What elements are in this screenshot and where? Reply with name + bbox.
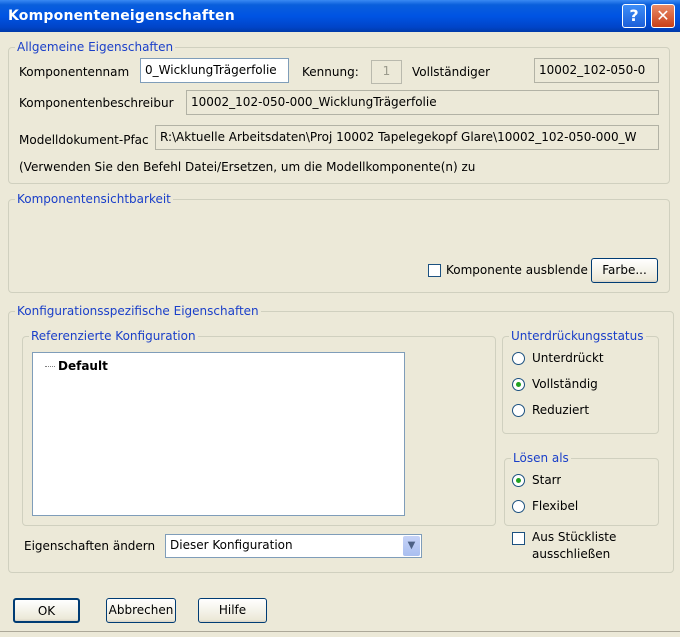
radio-lightweight[interactable] <box>512 404 525 417</box>
radio-suppressed-label: Unterdrückt <box>532 351 604 365</box>
help-button[interactable]: Hilfe <box>198 598 267 623</box>
general-properties-legend: Allgemeine Eigenschaften <box>15 40 176 54</box>
component-description-field[interactable]: 10002_102-050-000_WicklungTrägerfolie <box>186 90 659 115</box>
tree-connector <box>45 366 55 367</box>
radio-rigid-label: Starr <box>532 473 562 487</box>
suppression-state-legend: Unterdrückungsstatus <box>509 329 646 343</box>
component-name-input[interactable]: 0_WicklungTrägerfolie <box>140 58 289 83</box>
chevron-down-icon[interactable]: ▼ <box>403 536 420 556</box>
radio-resolved-label: Vollständig <box>532 377 598 391</box>
solve-as-legend: Lösen als <box>511 451 571 465</box>
change-properties-select[interactable]: Dieser Konfiguration ▼ <box>165 534 422 558</box>
referenced-configuration-legend: Referenzierte Konfiguration <box>29 329 198 343</box>
solve-as-group: Lösen als <box>504 451 659 526</box>
visibility-group: Komponentensichtbarkeit <box>8 192 670 293</box>
radio-rigid[interactable] <box>512 474 525 487</box>
exclude-bom-checkbox[interactable] <box>512 532 525 545</box>
window-title: Komponenteneigenschaften <box>8 8 235 24</box>
model-path-field[interactable]: R:\Aktuelle Arbeitsdaten\Proj 10002 Tape… <box>155 125 659 150</box>
full-name-label: Vollständiger <box>412 65 491 79</box>
id-field: 1 <box>371 60 402 84</box>
radio-suppressed[interactable] <box>512 352 525 365</box>
full-name-field: 10002_102-050-0 <box>534 58 659 83</box>
radio-flexible[interactable] <box>512 500 525 513</box>
ok-button[interactable]: OK <box>13 598 80 623</box>
close-icon[interactable]: ✕ <box>651 4 675 28</box>
cancel-button[interactable]: Abbrechen <box>106 598 176 623</box>
tree-item-default[interactable]: Default <box>58 359 108 373</box>
model-path-label: Modelldokument-Pfac <box>19 133 149 147</box>
radio-flexible-label: Flexibel <box>532 499 579 513</box>
component-description-label: Komponentenbeschreibur <box>19 96 174 110</box>
configuration-legend: Konfigurationsspezifische Eigenschaften <box>15 304 261 318</box>
replace-hint-text: (Verwenden Sie den Befehl Datei/Ersetzen… <box>19 160 476 174</box>
title-bar[interactable]: Komponenteneigenschaften ? ✕ <box>0 0 680 32</box>
visibility-legend: Komponentensichtbarkeit <box>15 192 173 206</box>
exclude-bom-label-line1: Aus Stückliste <box>532 530 617 544</box>
radio-resolved[interactable] <box>512 378 525 391</box>
configuration-tree[interactable]: Default <box>32 352 405 516</box>
change-properties-label: Eigenschaften ändern <box>24 539 156 553</box>
change-properties-value: Dieser Konfiguration <box>170 538 293 552</box>
color-button[interactable]: Farbe... <box>591 258 658 283</box>
hide-component-label: Komponente ausblende <box>446 263 588 277</box>
exclude-bom-label-line2: ausschließen <box>532 547 611 561</box>
hide-component-checkbox[interactable] <box>428 264 441 277</box>
id-label: Kennung: <box>302 65 359 79</box>
radio-lightweight-label: Reduziert <box>532 403 590 417</box>
component-name-label: Komponentennam <box>19 65 130 79</box>
help-icon[interactable]: ? <box>622 4 646 28</box>
bottom-border <box>0 631 680 632</box>
properties-dialog: Komponenteneigenschaften ? ✕ Allgemeine … <box>0 0 680 637</box>
